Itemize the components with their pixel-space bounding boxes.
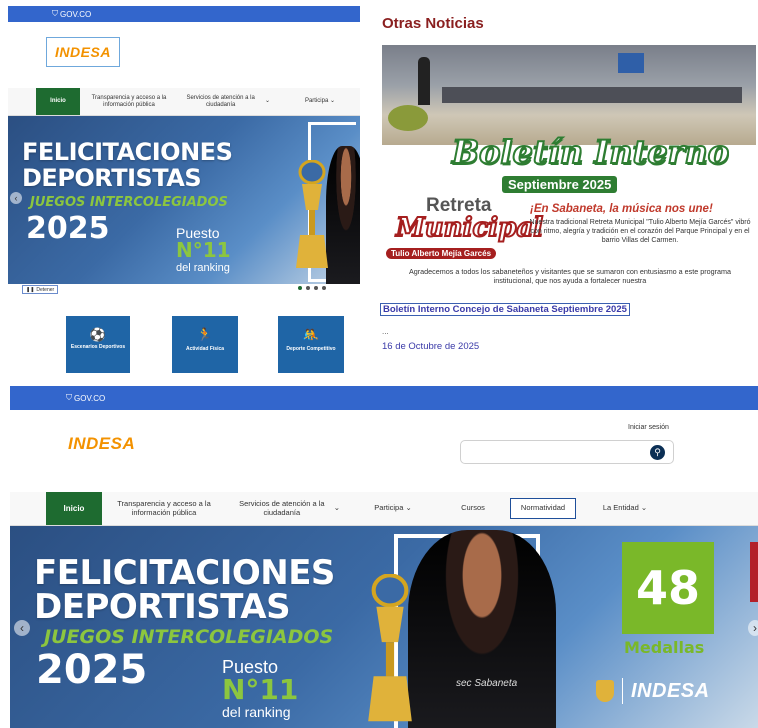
shield-icon: ⛉: [52, 9, 58, 18]
carousel-dot[interactable]: [306, 286, 310, 290]
carousel-dots[interactable]: [296, 286, 328, 290]
carousel-dot[interactable]: [314, 286, 318, 290]
banner-line3: JUEGOS INTERCOLEGIADOS: [30, 195, 228, 210]
boletin-title: Boletín Interno: [451, 132, 730, 172]
red-side-element: [750, 542, 758, 602]
carousel-stop-button[interactable]: ❚❚ Detener: [22, 285, 59, 294]
banner2-rank-number: N°11: [222, 673, 299, 706]
search-box[interactable]: ⚲: [460, 440, 674, 464]
hero-banner-2: FELICITACIONES DEPORTISTAS JUEGOS INTERC…: [10, 526, 758, 728]
boletin-subtitle: Septiembre 2025: [502, 176, 618, 193]
athlete-photo-2: [408, 530, 556, 728]
nav-participa-2[interactable]: Participa ⌄: [346, 492, 440, 525]
running-person-icon: 🏃: [196, 327, 214, 342]
service-tile-escenarios[interactable]: ⚽ Escenarios Deportivos: [66, 316, 130, 373]
news-link[interactable]: Boletín Interno Concejo de Sabaneta Sept…: [380, 303, 630, 316]
search-icon[interactable]: ⚲: [650, 445, 665, 460]
competition-icon: 🤼: [302, 327, 320, 342]
bottom-panel: ⛉ GOV.CO INDESA Iniciar sesión ⚲ Inicio …: [10, 386, 758, 728]
trophy-icon-2: [368, 574, 412, 722]
banner-rank-number: N°11: [176, 238, 231, 262]
logo-divider: [622, 678, 623, 704]
service-tile-actividad[interactable]: 🏃 Actividad Física: [172, 316, 238, 373]
musica-line: ¡En Sabaneta, la música nos une!: [530, 203, 713, 215]
main-nav-2: Inicio Transparencia y acceso a la infor…: [10, 492, 758, 526]
news-heading: Otras Noticias: [382, 15, 484, 32]
news-panel: Otras Noticias Boletín Interno Septiembr…: [378, 0, 758, 384]
login-link[interactable]: Iniciar sesión: [628, 424, 669, 431]
news-ellipsis: ...: [382, 327, 389, 336]
news-date: 16 de Octubre de 2025: [382, 341, 480, 352]
gov-logo-2[interactable]: ⛉ GOV.CO: [66, 393, 105, 403]
nav-servicios[interactable]: Servicios de atención a la ciudadanía ⌄: [178, 88, 270, 115]
nav-inicio[interactable]: Inicio: [36, 88, 80, 115]
medals-label: Medallas: [624, 638, 705, 657]
speaker-figure: [418, 57, 430, 105]
jersey-text: sec Sabaneta: [456, 678, 518, 689]
event-photo: [382, 45, 756, 145]
nav-servicios-2[interactable]: Servicios de atención a la ciudadanía ⌄: [226, 492, 346, 525]
banner-rank-text: del ranking: [176, 262, 230, 274]
nav-inicio-2[interactable]: Inicio: [46, 492, 102, 525]
carousel-dot[interactable]: [298, 286, 302, 290]
banner2-line2: DEPORTISTAS: [34, 587, 291, 627]
nav-normatividad-2[interactable]: Normatividad: [510, 498, 576, 519]
gov-logo[interactable]: ⛉ GOV.CO: [52, 9, 91, 19]
pause-icon: ❚❚: [26, 286, 35, 293]
banner2-line3: JUEGOS INTERCOLEGIADOS: [44, 626, 334, 648]
medals-box: 48: [622, 542, 714, 634]
trophy-icon: [296, 160, 328, 268]
soccer-ball-icon: ⚽: [89, 327, 107, 342]
nav-transparencia-2[interactable]: Transparencia y acceso a la información …: [102, 492, 226, 525]
tulio-badge: Tulio Alberto Mejía Garcés: [386, 248, 497, 259]
carousel-next-button-2[interactable]: ›: [748, 620, 758, 636]
retreta-bottom: Municipal: [395, 212, 544, 244]
carousel-prev-button[interactable]: ‹: [10, 192, 22, 204]
table-figure: [442, 87, 742, 103]
sabaneta-seal-icon: [596, 680, 614, 702]
medals-count: 48: [635, 561, 700, 615]
logo-box[interactable]: INDESA: [46, 37, 120, 67]
nav-cursos-2[interactable]: Cursos: [440, 492, 506, 525]
nav-entidad-2[interactable]: La Entidad ⌄: [580, 492, 670, 525]
banner2-line1: FELICITACIONES: [34, 553, 335, 593]
top-left-panel: ⛉ GOV.CO INDESA Inicio Transparencia y a…: [8, 6, 360, 378]
indesa-logo-2[interactable]: INDESA: [68, 434, 135, 454]
shield-icon: ⛉: [66, 393, 72, 402]
banner-year: 2025: [26, 211, 110, 246]
banner2-year: 2025: [36, 647, 148, 693]
flowers: [388, 105, 428, 131]
service-tile-competitivo[interactable]: 🤼 Deporte Competitivo: [278, 316, 344, 373]
gov-bar: ⛉ GOV.CO: [8, 6, 360, 22]
banner-line2: DEPORTISTAS: [22, 164, 202, 192]
footer-logos: INDESA: [596, 678, 710, 704]
banner2-rank-text: del ranking: [222, 704, 291, 720]
news-paragraph-2: Agradecemos a todos los sabaneteños y vi…: [408, 267, 732, 286]
banner-line1: FELICITACIONES: [22, 138, 233, 166]
screenshot-collage: ⛉ GOV.CO INDESA Inicio Transparencia y a…: [0, 0, 758, 728]
indesa-logo: INDESA: [55, 44, 111, 60]
carousel-dot[interactable]: [322, 286, 326, 290]
banner-sign: [618, 53, 644, 73]
indesa-logo-banner: INDESA: [631, 679, 710, 702]
carousel-prev-button-2[interactable]: ‹: [14, 620, 30, 636]
hero-banner: FELICITACIONES DEPORTISTAS JUEGOS INTERC…: [8, 116, 360, 284]
search-input[interactable]: [467, 441, 637, 463]
nav-transparencia[interactable]: Transparencia y acceso a la información …: [80, 88, 178, 115]
gov-bar-2: ⛉ GOV.CO: [10, 386, 758, 410]
main-nav: Inicio Transparencia y acceso a la infor…: [8, 88, 360, 116]
news-image[interactable]: Boletín Interno Septiembre 2025 Retreta …: [382, 45, 756, 295]
nav-participa[interactable]: Participa ⌄: [290, 88, 350, 115]
news-paragraph: Nuestra tradicional Retreta Municipal "T…: [529, 219, 751, 244]
